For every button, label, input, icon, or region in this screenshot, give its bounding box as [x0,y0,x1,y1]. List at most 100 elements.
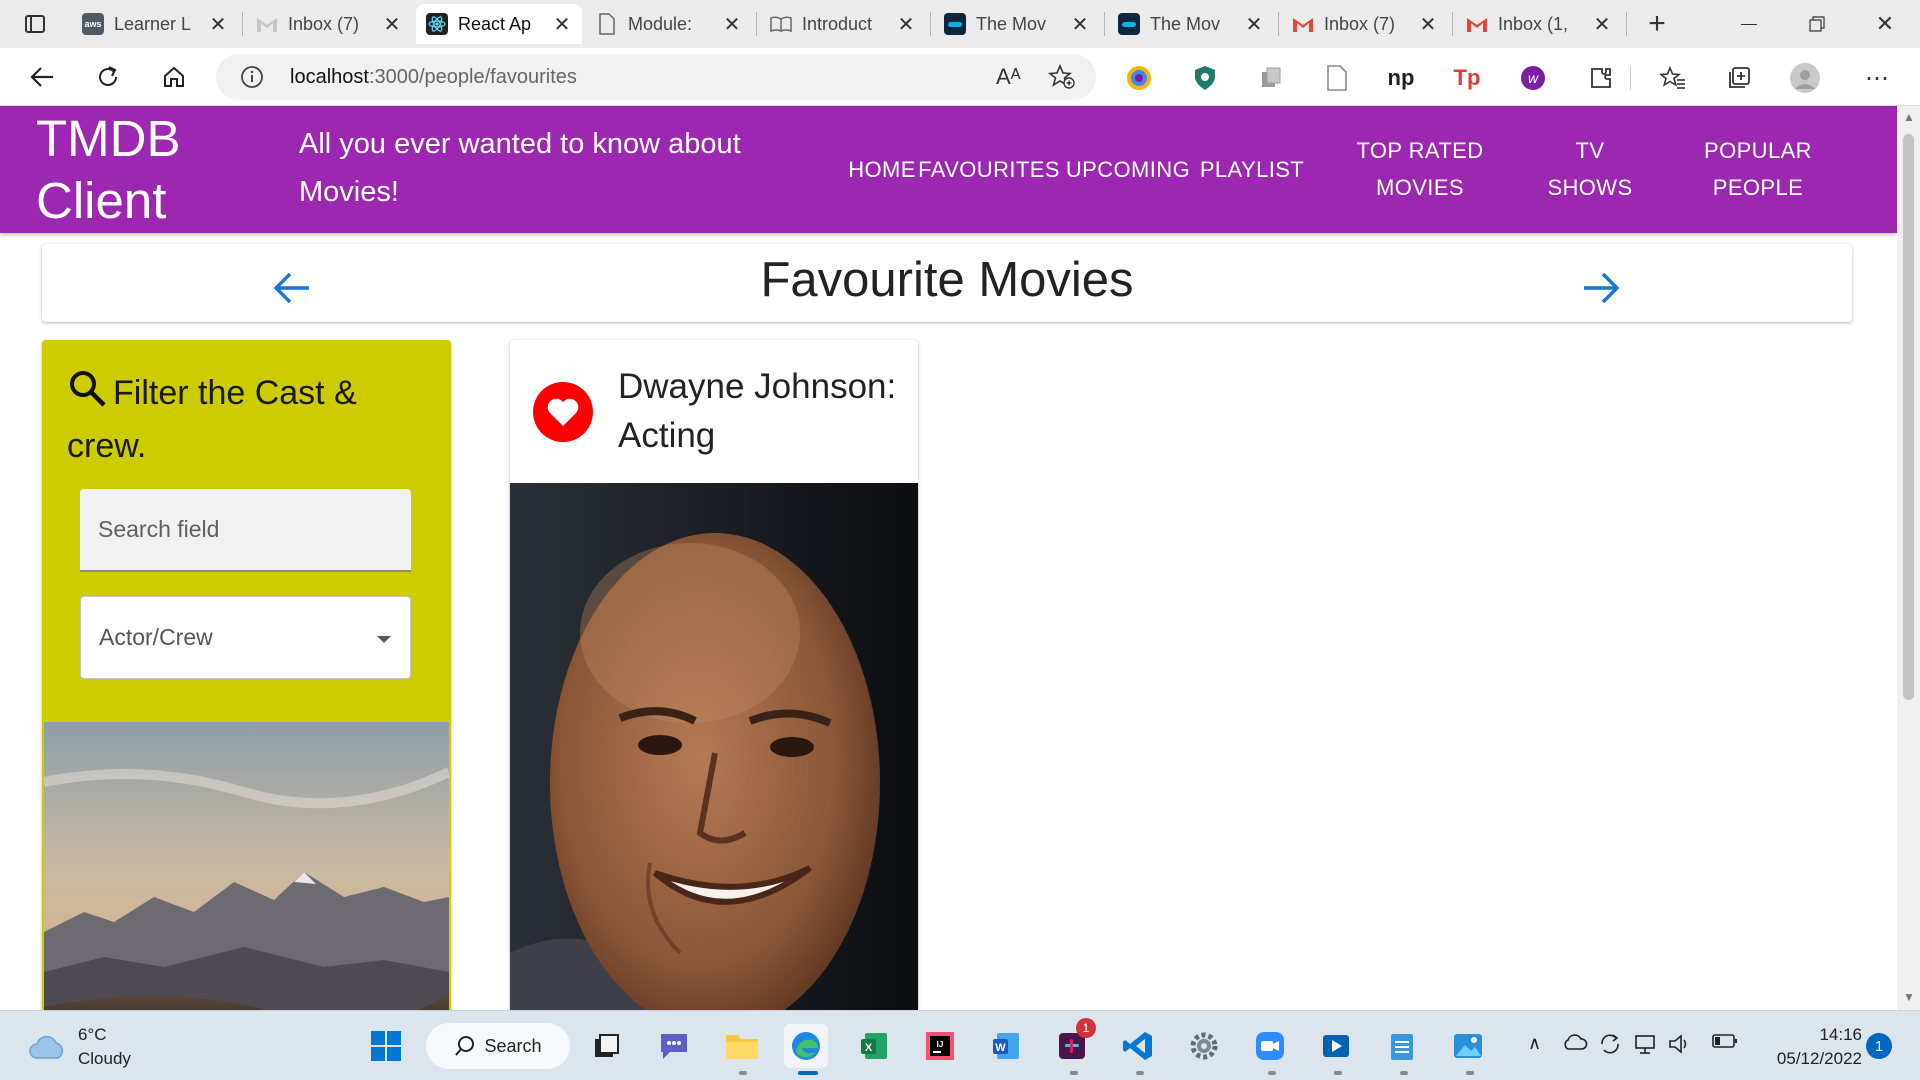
taskbar-search[interactable]: Search [426,1023,570,1069]
scroll-up-icon[interactable]: ▲ [1903,110,1915,124]
person-portrait-image [510,483,918,1010]
gmail-icon [1466,13,1488,35]
home-button[interactable] [154,58,194,96]
nav-upcoming[interactable]: Upcoming [1064,151,1192,188]
read-aloud-icon[interactable]: Aᴬ [996,64,1021,90]
close-icon[interactable]: ✕ [1244,12,1264,37]
notepad-icon[interactable] [1380,1024,1424,1068]
address-bar[interactable]: localhost:3000/people/favourites Aᴬ [216,54,1096,100]
extensions-icon[interactable] [1586,63,1616,93]
edge-icon[interactable] [784,1024,828,1068]
page-scrollbar[interactable]: ▲ ▼ [1897,106,1920,1010]
zoom-icon[interactable] [1248,1024,1292,1068]
close-icon[interactable]: ✕ [552,12,572,37]
battery-icon[interactable] [1712,1033,1738,1054]
profile-avatar[interactable] [1790,63,1820,93]
back-arrow-icon [30,67,53,87]
restore-button[interactable] [1790,8,1844,40]
vscode-icon[interactable] [1116,1024,1160,1068]
url-text[interactable]: localhost:3000/people/favourites [290,66,577,89]
running-indicator [1466,1071,1474,1075]
browser-tab[interactable]: Inbox (7) ✕ [1282,4,1448,44]
person-card: Dwayne Johnson: Acting [510,340,918,1010]
weather-condition: Cloudy [78,1049,131,1068]
site-brand[interactable]: TMDB Client [36,108,236,232]
add-favourite-icon[interactable] [1047,63,1076,95]
nav-popular-people[interactable]: Popular People [1680,132,1836,206]
tab-actions-button[interactable] [8,8,62,40]
close-icon[interactable]: ✕ [208,12,228,37]
site-info-icon[interactable] [240,65,264,94]
show-hidden-icons[interactable]: ∧ [1528,1033,1541,1054]
browser-tab[interactable]: The Mov ✕ [1108,4,1274,44]
close-icon[interactable]: ✕ [1592,12,1612,37]
np-extension-icon[interactable]: np [1386,63,1416,93]
search-input[interactable] [80,489,411,572]
book-icon [770,13,792,35]
close-icon[interactable]: ✕ [722,12,742,37]
close-icon[interactable]: ✕ [1418,12,1438,37]
new-tab-button[interactable]: + [1630,7,1684,40]
browser-tab[interactable]: Inbox (7) ✕ [246,4,412,44]
browser-tab[interactable]: Inbox (1, ✕ [1456,4,1622,44]
notification-center-badge[interactable]: 1 [1866,1033,1892,1059]
close-icon[interactable]: ✕ [382,12,402,37]
scroll-down-icon[interactable]: ▼ [1903,990,1915,1004]
browser-tab-active[interactable]: React Ap ✕ [416,4,582,44]
w-extension-icon[interactable]: w [1518,63,1548,93]
windows-start-icon[interactable] [364,1024,408,1068]
tp-extension-icon[interactable]: Tp [1452,63,1482,93]
gmail-icon [1292,13,1314,35]
clock-time: 14:16 [1819,1025,1862,1044]
toolbar-divider [1630,66,1631,90]
intellij-icon[interactable]: IJ [918,1024,962,1068]
slack-icon[interactable]: 1 [1050,1018,1096,1068]
running-indicator [1070,1071,1078,1075]
collections-icon[interactable] [1724,63,1754,93]
refresh-button[interactable] [88,58,128,96]
browser-tab[interactable]: aws Learner L ✕ [72,4,238,44]
system-clock[interactable]: 14:16 05/12/2022 [1752,1023,1862,1071]
tab-actions-icon [25,15,45,33]
word-icon[interactable]: W [984,1024,1028,1068]
favourite-avatar[interactable] [533,382,593,442]
close-icon[interactable]: ✕ [896,12,916,37]
sync-icon[interactable] [1598,1033,1622,1060]
heart-icon [547,398,579,426]
chat-icon[interactable] [652,1024,696,1068]
close-icon[interactable]: ✕ [1070,12,1090,37]
page-viewport: TMDB Client All you ever wanted to know … [0,106,1897,1010]
onedrive-icon[interactable] [1562,1033,1588,1056]
search-icon [455,1036,475,1056]
back-button[interactable] [22,58,62,96]
window-close-button[interactable]: ✕ [1858,8,1912,40]
browser-tab[interactable]: Module: ✕ [586,4,752,44]
forward-page-button[interactable] [1572,258,1632,318]
minimize-button[interactable] [1722,8,1776,40]
nav-tv-shows[interactable]: TV Shows [1540,132,1640,206]
tmdb-icon [944,13,966,35]
role-select[interactable]: Actor/Crew [80,596,411,679]
copy-extension-icon[interactable] [1256,63,1286,93]
file-explorer-icon[interactable] [720,1024,764,1068]
browser-tab[interactable]: Introduct ✕ [760,4,926,44]
arrow-forward-icon [1584,272,1620,304]
network-icon[interactable] [1634,1033,1658,1060]
photos-icon[interactable] [1446,1024,1490,1068]
media-player-icon[interactable] [1314,1024,1358,1068]
more-menu-icon[interactable]: ⋯ [1862,63,1892,93]
task-view-icon[interactable] [584,1024,628,1068]
page-extension-icon[interactable] [1322,63,1352,93]
colorful-extension-icon[interactable] [1124,63,1154,93]
shield-extension-icon[interactable] [1190,63,1220,93]
scroll-thumb[interactable] [1903,134,1914,700]
settings-icon[interactable] [1182,1024,1226,1068]
volume-icon[interactable] [1668,1033,1692,1060]
favourites-icon[interactable] [1658,63,1688,93]
nav-top-rated-movies[interactable]: Top Rated Movies [1340,132,1500,206]
weather-widget[interactable]: 6°C Cloudy [28,1023,131,1071]
excel-icon[interactable]: X [852,1024,896,1068]
browser-tab[interactable]: The Mov ✕ [934,4,1100,44]
nav-favourites[interactable]: Favourites [914,151,1064,188]
nav-playlist[interactable]: Playlist [1194,151,1310,188]
